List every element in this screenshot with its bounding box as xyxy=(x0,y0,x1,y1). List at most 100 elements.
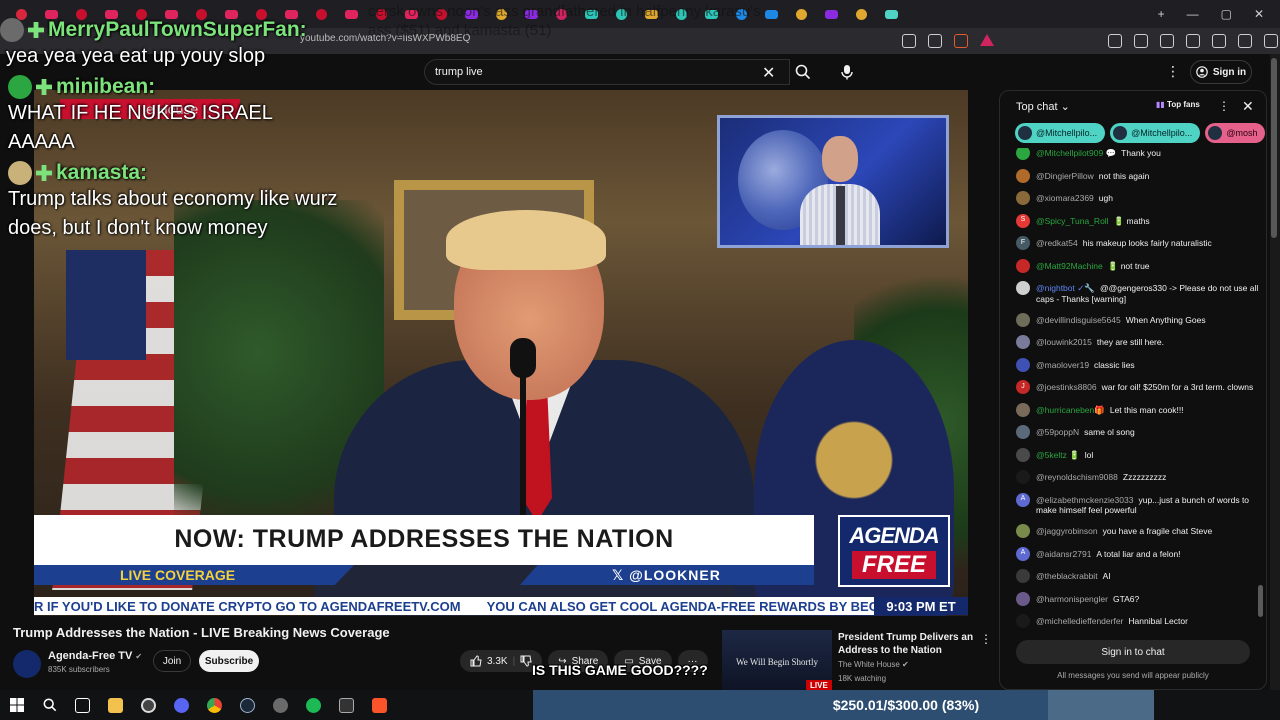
music-icon[interactable] xyxy=(1160,34,1174,48)
tab-search-icon[interactable] xyxy=(1134,34,1148,48)
chat-author[interactable]: @hurricaneben🎁 xyxy=(1036,405,1105,415)
chat-author[interactable]: @maolover19 xyxy=(1036,360,1089,370)
chat-message[interactable]: S @Spicy_Tuna_Roll 🔋 maths xyxy=(1016,213,1260,228)
recommendation-title[interactable]: President Trump Delivers an Address to t… xyxy=(838,631,978,657)
wallet-icon[interactable] xyxy=(1212,34,1226,48)
browser-tab[interactable] xyxy=(846,3,876,25)
chat-author[interactable]: @Mitchellpilot909 💬 xyxy=(1036,148,1116,158)
discord-button[interactable] xyxy=(165,690,198,720)
chat-author[interactable]: @xiomara2369 xyxy=(1036,193,1094,203)
brave-button[interactable] xyxy=(363,690,396,720)
browser-tab[interactable] xyxy=(816,3,846,25)
extension-icon[interactable] xyxy=(1108,34,1122,48)
chat-message[interactable]: @hurricaneben🎁 Let this man cook!!! xyxy=(1016,402,1260,417)
new-tab-icon[interactable]: + xyxy=(1158,7,1165,21)
chat-message-list[interactable]: @Mitchellpilot909 💬 Thank you @DingierPill… xyxy=(1016,148,1260,630)
chat-author[interactable]: @elizabethmckenzie3033 xyxy=(1036,495,1133,505)
share-icon[interactable] xyxy=(928,34,942,48)
chat-message[interactable]: @devillindisguise5645 When Anything Goes xyxy=(1016,312,1260,327)
vpn-icon[interactable] xyxy=(1238,34,1252,48)
file-explorer-button[interactable] xyxy=(99,690,132,720)
chat-message[interactable]: @xiomara2369 ugh xyxy=(1016,191,1260,205)
chat-scrollbar[interactable] xyxy=(1258,585,1263,617)
thumbs-down-icon[interactable] xyxy=(520,655,532,667)
chat-message[interactable]: F @redkat54 his makeup looks fairly natura… xyxy=(1016,236,1260,250)
search-input[interactable]: trump live xyxy=(424,59,790,85)
chat-message[interactable]: @5keltz 🔋 lol xyxy=(1016,447,1260,462)
chat-menu-icon[interactable]: ⋮ xyxy=(1218,99,1230,113)
sign-in-button[interactable]: Sign in xyxy=(1190,60,1252,84)
brave-shield-icon[interactable] xyxy=(954,34,968,48)
pinned-supporter[interactable]: @mosh xyxy=(1205,123,1266,143)
screenshot-icon[interactable] xyxy=(902,34,916,48)
browser-tab[interactable] xyxy=(876,3,906,25)
chat-author[interactable]: @jaggyrobinson xyxy=(1036,526,1098,536)
chat-author[interactable]: @DingierPillow xyxy=(1036,171,1094,181)
maximize-icon[interactable]: ▢ xyxy=(1221,7,1232,21)
chat-message[interactable]: @harmonispengler GTA6? xyxy=(1016,591,1260,606)
chat-message[interactable]: @nightbot ✓🔧 @@gengeros330 -> Please do n… xyxy=(1016,281,1260,304)
app-button[interactable] xyxy=(330,690,363,720)
start-button[interactable] xyxy=(0,690,33,720)
chat-author[interactable]: @nightbot ✓🔧 xyxy=(1036,283,1095,293)
chat-message[interactable]: J @joestinks8806 war for oil! $250m for a … xyxy=(1016,380,1260,394)
minimize-icon[interactable]: — xyxy=(1187,7,1199,21)
chat-author[interactable]: @harmonispengler xyxy=(1036,594,1108,604)
close-window-icon[interactable]: ✕ xyxy=(1254,7,1264,21)
spotify-button[interactable] xyxy=(297,690,330,720)
chat-message[interactable]: @Matt92Machine 🔋 not true xyxy=(1016,258,1260,273)
chat-author[interactable]: @joestinks8806 xyxy=(1036,382,1097,392)
chat-message[interactable]: @michelledieffenderfer Hannibal Lector xyxy=(1016,614,1260,628)
task-view-button[interactable] xyxy=(66,690,99,720)
app-button[interactable] xyxy=(264,690,297,720)
browser-tab[interactable] xyxy=(336,3,366,25)
sign-in-to-chat-button[interactable]: Sign in to chat xyxy=(1016,640,1250,664)
chat-author[interactable]: @reynoldschism9088 xyxy=(1036,472,1118,482)
pinned-supporter[interactable]: @Mitchellpilo... xyxy=(1110,123,1201,143)
chat-mode-selector[interactable]: Top chat ⌄ xyxy=(1016,100,1070,113)
like-button[interactable]: 3.3K | xyxy=(460,650,543,672)
chat-author[interactable]: @devillindisguise5645 xyxy=(1036,315,1121,325)
chat-message[interactable]: @Mitchellpilot909 💬 Thank you xyxy=(1016,148,1260,160)
chat-message[interactable]: @louwink2015 they are still here. xyxy=(1016,335,1260,349)
sidebar-icon[interactable] xyxy=(1186,34,1200,48)
brave-rewards-icon[interactable] xyxy=(980,34,994,46)
subscribe-button[interactable]: Subscribe xyxy=(199,650,259,672)
chat-message[interactable]: @DingierPillow not this again xyxy=(1016,168,1260,183)
chat-author[interactable]: @redkat54 xyxy=(1036,238,1078,248)
chat-message[interactable]: @theblackrabbit AI xyxy=(1016,569,1260,583)
browser-tab[interactable] xyxy=(786,3,816,25)
chat-message[interactable]: @59poppN same ol song xyxy=(1016,425,1260,439)
channel-avatar[interactable] xyxy=(13,650,41,678)
steam-button[interactable] xyxy=(231,690,264,720)
chat-author[interactable]: @Spicy_Tuna_Roll xyxy=(1036,216,1109,226)
obs-button[interactable] xyxy=(132,690,165,720)
pinned-supporter[interactable]: @Mitchellpilo... xyxy=(1015,123,1106,143)
chrome-button[interactable] xyxy=(198,690,231,720)
recommendation-channel[interactable]: The White House ✔ xyxy=(838,660,909,669)
chat-author[interactable]: @louwink2015 xyxy=(1036,337,1092,347)
chat-message[interactable]: @jaggyrobinson you have a fragile chat St… xyxy=(1016,524,1260,538)
recommendation-menu-icon[interactable]: ⋮ xyxy=(980,632,992,646)
top-fans-button[interactable]: ▮▮ Top fans xyxy=(1156,100,1200,109)
page-scrollbar[interactable] xyxy=(1271,58,1277,238)
chat-author[interactable]: @5keltz 🔋 xyxy=(1036,450,1080,460)
menu-icon[interactable] xyxy=(1264,34,1278,48)
chat-author[interactable]: @michelledieffenderfer xyxy=(1036,616,1123,626)
taskbar-search[interactable] xyxy=(33,690,66,720)
chat-message[interactable]: @reynoldschism9088 Zzzzzzzzzz xyxy=(1016,470,1260,484)
voice-search-button[interactable] xyxy=(834,59,860,85)
chat-message[interactable]: A @aidansr2791 A total liar and a felon! xyxy=(1016,546,1260,561)
close-chat-icon[interactable]: ✕ xyxy=(1242,98,1254,115)
chat-author[interactable]: @59poppN xyxy=(1036,427,1079,437)
search-button[interactable] xyxy=(790,59,816,85)
chat-author[interactable]: @aidansr2791 xyxy=(1036,549,1091,559)
channel-name[interactable]: Agenda-Free TV ✔ xyxy=(48,650,142,662)
join-button[interactable]: Join xyxy=(153,650,191,672)
chat-author[interactable]: @Matt92Machine xyxy=(1036,261,1103,271)
chat-message[interactable]: @maolover19 classic lies xyxy=(1016,357,1260,372)
chat-message[interactable]: A @elizabethmckenzie3033 yup...just a bunc… xyxy=(1016,492,1260,516)
settings-kebab-icon[interactable]: ⋮ xyxy=(1166,63,1180,80)
chat-author[interactable]: @theblackrabbit xyxy=(1036,571,1098,581)
clear-search-icon[interactable]: ✕ xyxy=(762,63,775,83)
